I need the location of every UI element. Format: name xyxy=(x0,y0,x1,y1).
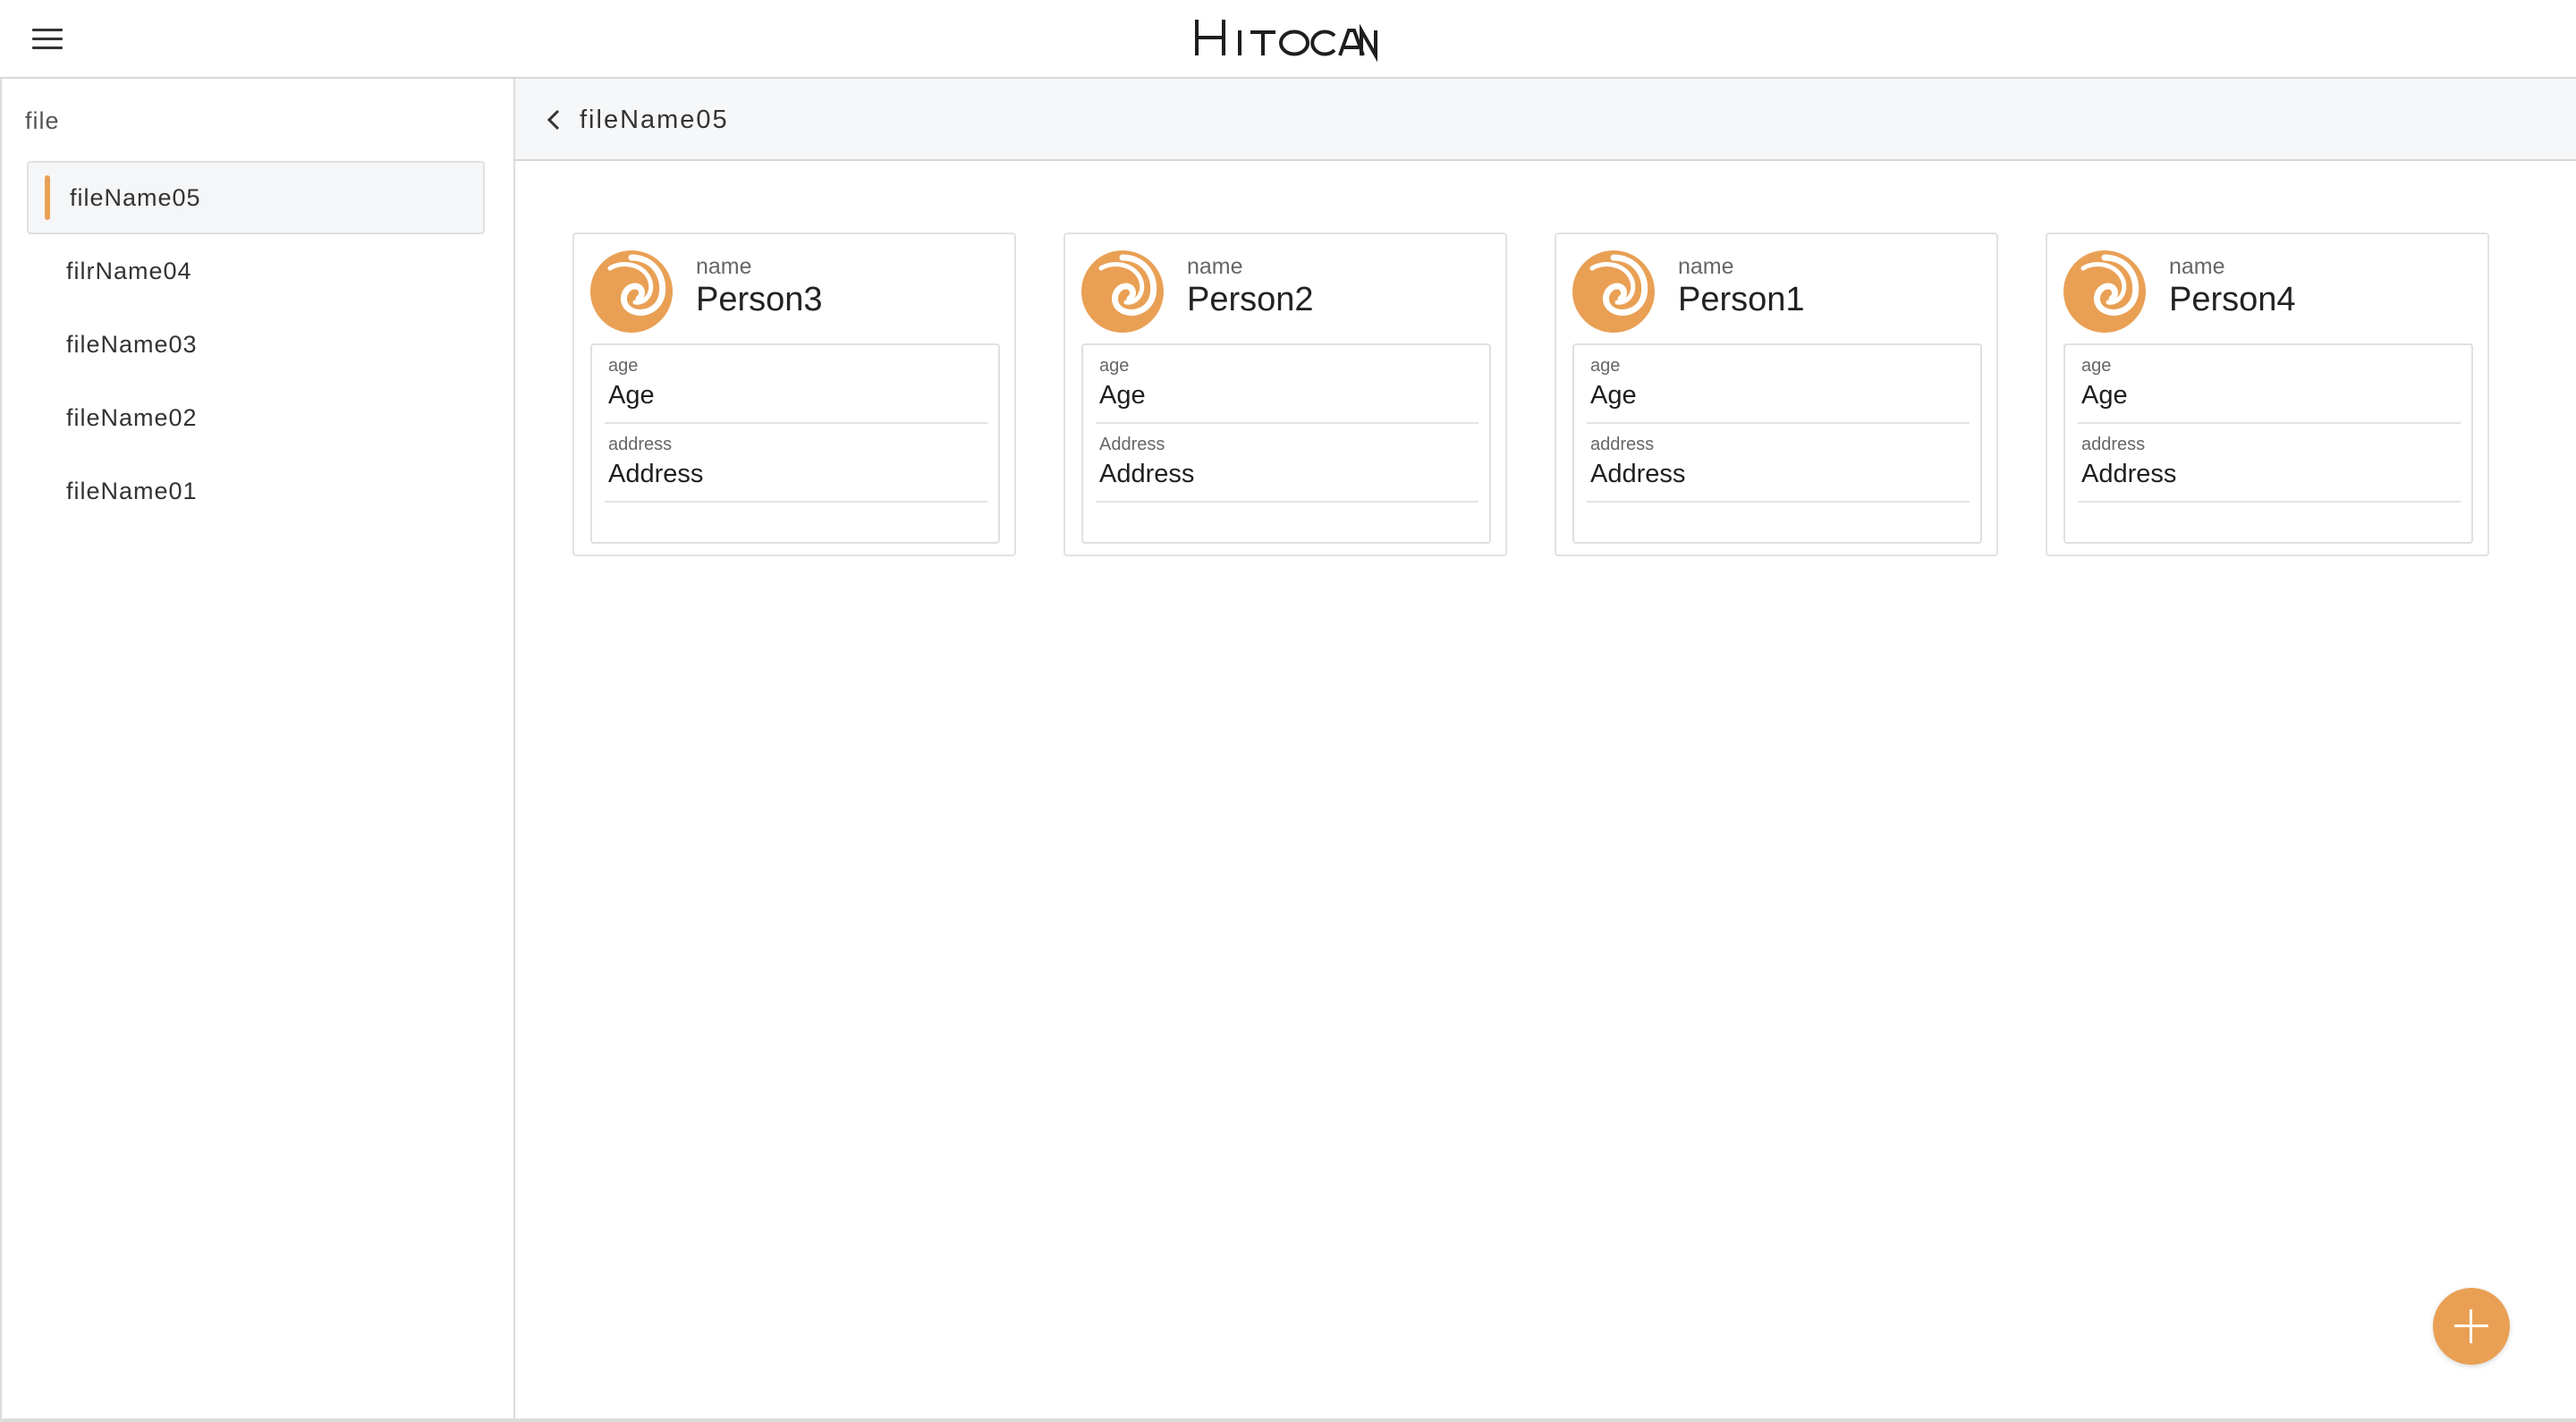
sidebar-item-filrname04[interactable]: filrName04 xyxy=(27,234,485,308)
person-name: Person1 xyxy=(1678,281,1805,318)
sidebar-item-label: fileName01 xyxy=(66,478,198,504)
card-fields: age Age address Address xyxy=(1572,343,1982,544)
hitocan-logo xyxy=(1195,20,1377,63)
sidebar-title: file xyxy=(25,107,60,134)
age-label: age xyxy=(2081,356,2112,376)
hamburger-menu-icon[interactable] xyxy=(29,23,66,55)
divider xyxy=(1587,422,1970,424)
age-value: Age xyxy=(1099,381,1146,410)
divider xyxy=(1096,501,1479,503)
card-fields: age Age address Address xyxy=(590,343,1000,544)
name-label: name xyxy=(1187,254,1243,279)
address-value: Address xyxy=(2081,460,2177,488)
app: file fileName05 filrName04 fileName03 fi… xyxy=(0,0,2576,1422)
address-value: Address xyxy=(1099,460,1195,488)
name-label: name xyxy=(2169,254,2225,279)
divider xyxy=(1587,501,1970,503)
person-name: Person2 xyxy=(1187,281,1314,318)
address-label: address xyxy=(1590,435,1655,454)
person-card[interactable]: name Person1 age Age address Address xyxy=(1555,233,1998,556)
top-header xyxy=(0,0,2576,79)
person-card[interactable]: name Person4 age Age address Address xyxy=(2046,233,2489,556)
address-label: Address xyxy=(1099,435,1165,454)
sidebar-item-label: fileName02 xyxy=(66,404,198,431)
address-label: address xyxy=(608,435,673,454)
sidebar-item-filename05[interactable]: fileName05 xyxy=(27,161,485,234)
chevron-left-icon[interactable] xyxy=(540,106,569,134)
sidebar-item-filename01[interactable]: fileName01 xyxy=(27,454,485,528)
name-label: name xyxy=(1678,254,1734,279)
add-button[interactable] xyxy=(2433,1288,2510,1365)
divider xyxy=(1096,422,1479,424)
divider xyxy=(605,501,987,503)
subheader: fileName05 xyxy=(515,79,2576,161)
age-label: age xyxy=(1099,356,1130,376)
person-card[interactable]: name Person3 age Age address Address xyxy=(572,233,1016,556)
age-value: Age xyxy=(608,381,655,410)
age-value: Age xyxy=(2081,381,2128,410)
app-logo xyxy=(1195,14,1381,63)
sidebar-item-label: fileName05 xyxy=(70,184,201,211)
divider xyxy=(605,422,987,424)
address-value: Address xyxy=(1590,460,1686,488)
age-value: Age xyxy=(1590,381,1637,410)
address-label: address xyxy=(2081,435,2146,454)
person-card[interactable]: name Person2 age Age Address Address xyxy=(1063,233,1507,556)
address-value: Address xyxy=(608,460,704,488)
avatar-icon xyxy=(590,250,673,333)
name-label: name xyxy=(696,254,752,279)
active-indicator xyxy=(45,175,50,220)
main-content: fileName05 name Person3 age Age address … xyxy=(515,79,2576,1422)
card-fields: age Age address Address xyxy=(2063,343,2473,544)
divider xyxy=(2078,501,2461,503)
file-list: fileName05 filrName04 fileName03 fileNam… xyxy=(27,161,485,528)
avatar-icon xyxy=(1081,250,1164,333)
person-name: Person4 xyxy=(2169,281,2296,318)
age-label: age xyxy=(608,356,639,376)
card-fields: age Age Address Address xyxy=(1081,343,1491,544)
avatar-icon xyxy=(1572,250,1655,333)
page-title: fileName05 xyxy=(580,106,729,134)
age-label: age xyxy=(1590,356,1621,376)
sidebar-item-label: fileName03 xyxy=(66,331,198,358)
sidebar-item-filename02[interactable]: fileName02 xyxy=(27,381,485,454)
sidebar-item-filename03[interactable]: fileName03 xyxy=(27,308,485,381)
avatar-icon xyxy=(2063,250,2146,333)
person-name: Person3 xyxy=(696,281,823,318)
bottom-border xyxy=(0,1418,2576,1422)
divider xyxy=(2078,422,2461,424)
sidebar-item-label: filrName04 xyxy=(66,258,192,284)
file-sidebar: file fileName05 filrName04 fileName03 fi… xyxy=(0,79,515,1422)
